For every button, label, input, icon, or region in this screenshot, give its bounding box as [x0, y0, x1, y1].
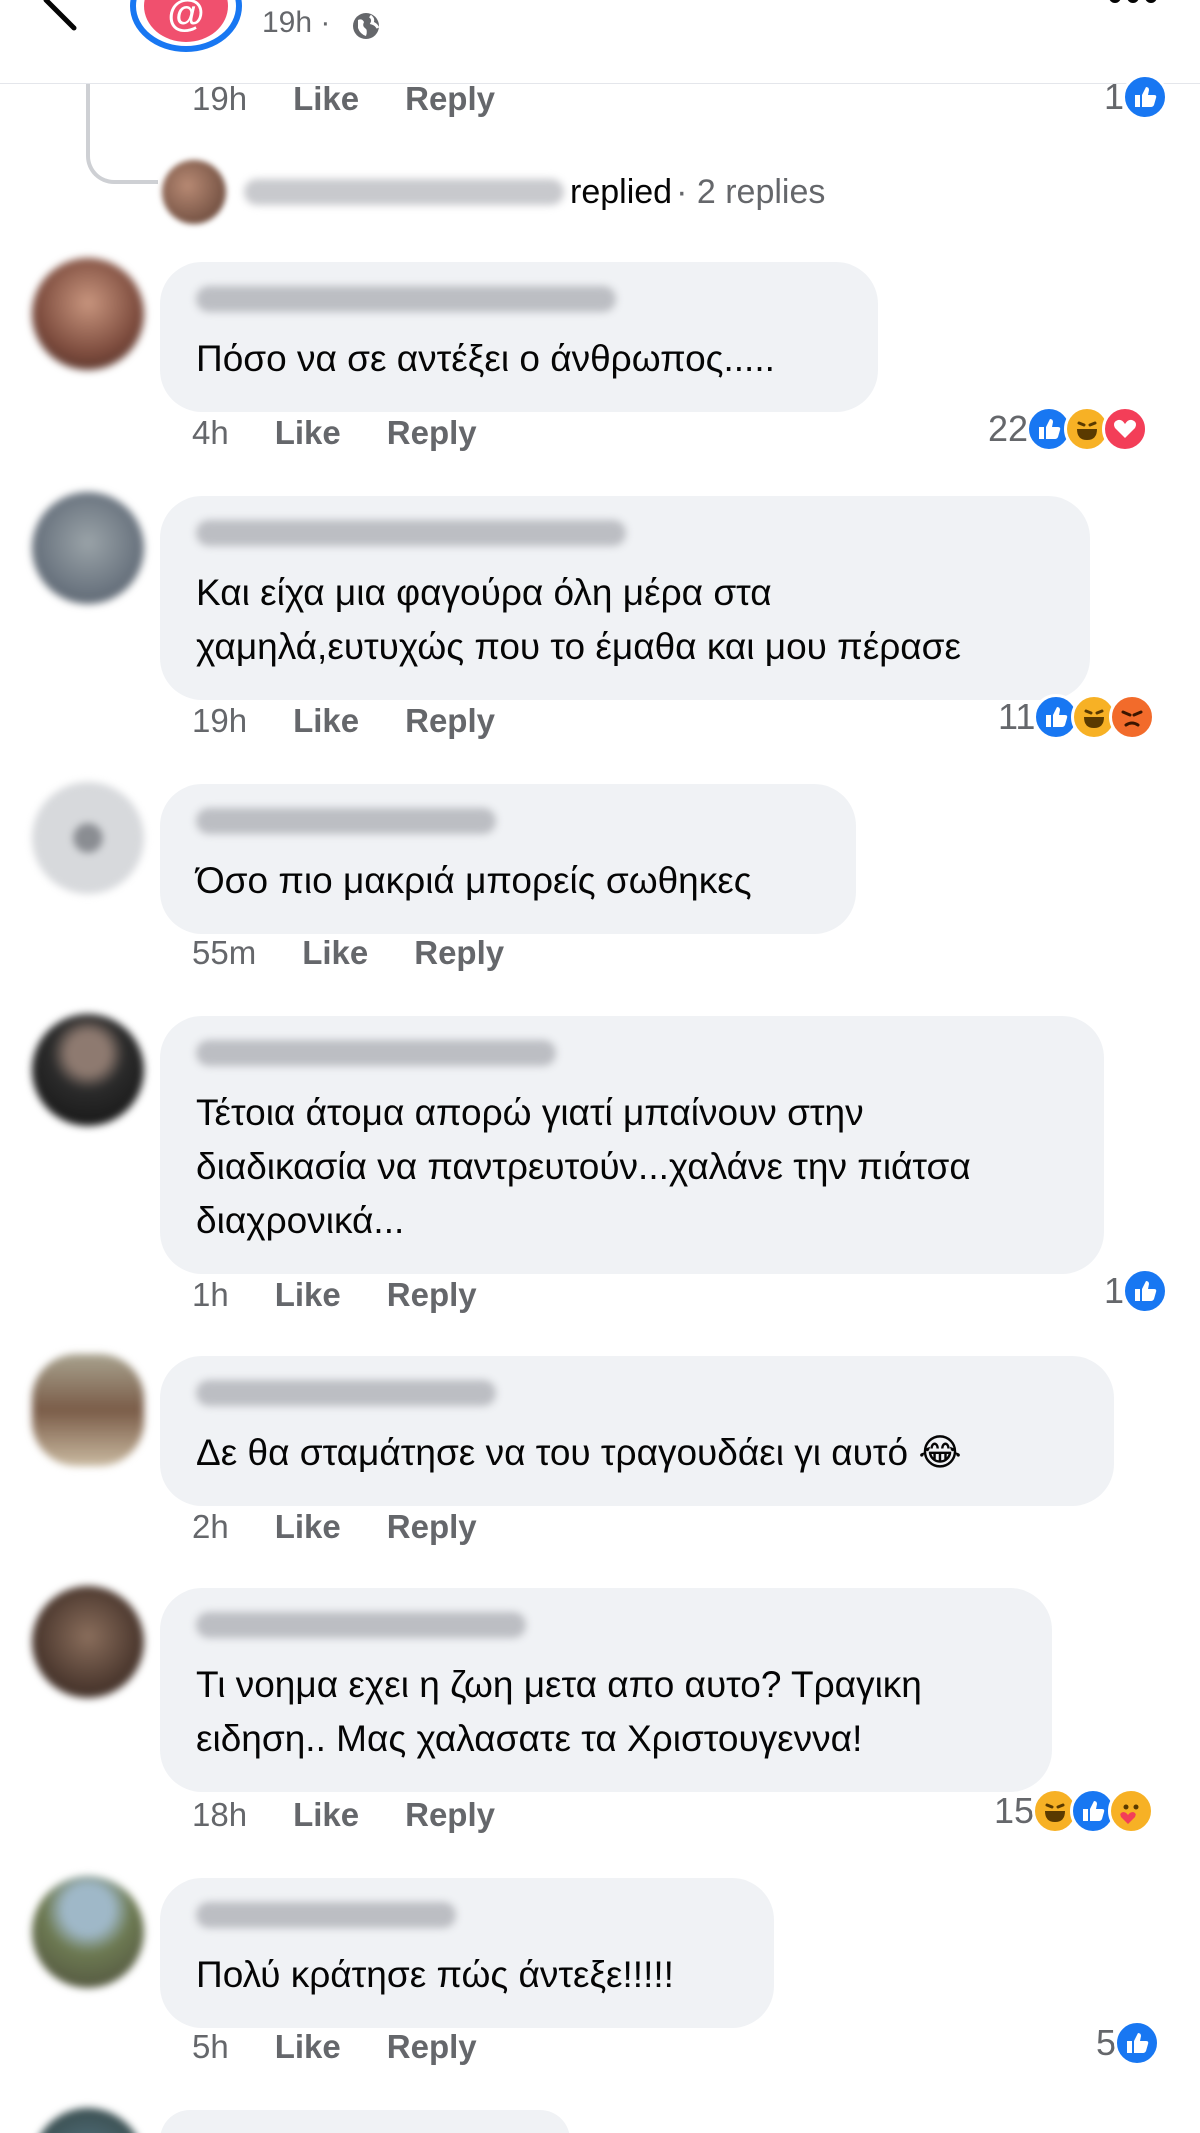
commenter-name-blurred[interactable] — [196, 1612, 526, 1638]
commenter-name-blurred[interactable] — [196, 1902, 456, 1928]
avatar[interactable] — [32, 258, 144, 370]
comment-text: Δε θα σταμάτησε να του τραγουδάει γι αυτ… — [196, 1432, 962, 1473]
comment-time[interactable]: 19h — [192, 702, 247, 740]
globe-icon — [353, 13, 380, 39]
avatar[interactable] — [32, 782, 144, 894]
comment-bubble: Πολύ κράτησε πώς άντεξε!!!!! — [160, 1878, 774, 2028]
commenter-name-blurred[interactable] — [196, 286, 616, 312]
reaction-summary[interactable]: 1 — [1104, 1268, 1169, 1314]
comment-text: Τι νοημα εχει η ζωη μετα απο αυτο? Τραγι… — [196, 1664, 922, 1759]
replied-label: replied — [570, 172, 673, 211]
like-button[interactable]: Like — [275, 1276, 341, 1314]
comment-actions: 55m Like Reply — [192, 934, 504, 972]
like-button[interactable]: Like — [275, 2028, 341, 2066]
comment-actions: 2h Like Reply — [192, 1508, 477, 1546]
more-options-icon[interactable] — [1108, 0, 1158, 6]
reply-button[interactable]: Reply — [387, 2028, 477, 2066]
comment-text: Πολύ κράτησε πώς άντεξε!!!!! — [196, 1954, 674, 1995]
comment-text: Τέτοια άτομα απορώ γιατί μπαίνουν στην δ… — [196, 1092, 971, 1241]
like-reaction-icon — [1114, 2020, 1161, 2066]
post-timestamp[interactable]: 19h · — [262, 6, 330, 40]
like-button[interactable]: Like — [275, 1508, 341, 1546]
replies-count: · 2 replies — [676, 172, 826, 211]
comment-bubble: Όσο πιο μακριά μπορείς σωθηκες — [160, 784, 856, 934]
comment-actions: 4h Like Reply — [192, 414, 477, 452]
comment-bubble: Τέτοια άτομα απορώ γιατί μπαίνουν στην δ… — [160, 1016, 1104, 1274]
like-reaction-icon — [1122, 74, 1169, 120]
reaction-count: 15 — [994, 1790, 1035, 1831]
reaction-count: 22 — [988, 408, 1029, 449]
reaction-count: 1 — [1104, 1270, 1125, 1311]
comment-bubble: Δε θα σταμάτησε να του τραγουδάει γι αυτ… — [160, 1356, 1114, 1506]
view-replies-link[interactable]: replied · 2 replies — [162, 160, 825, 224]
avatar[interactable] — [32, 1586, 144, 1698]
reaction-summary[interactable]: 1 — [1104, 74, 1169, 120]
comment-actions: 5h Like Reply — [192, 2028, 477, 2066]
comment-time[interactable]: 4h — [192, 414, 229, 452]
page-logo-glyph: @ — [144, 0, 228, 42]
comment-actions: 18h Like Reply — [192, 1796, 495, 1834]
comment-time[interactable]: 5h — [192, 2028, 229, 2066]
comment-time[interactable]: 55m — [192, 934, 256, 972]
reply-button[interactable]: Reply — [387, 414, 477, 452]
replier-avatar — [162, 160, 226, 224]
reply-button[interactable]: Reply — [387, 1276, 477, 1314]
like-button[interactable]: Like — [293, 1796, 359, 1834]
comment-time[interactable]: 19h — [192, 80, 247, 118]
like-button[interactable]: Like — [302, 934, 368, 972]
reply-button[interactable]: Reply — [414, 934, 504, 972]
comment-text: Όσο πιο μακριά μπορείς σωθηκες — [196, 860, 752, 901]
reaction-count: 1 — [1104, 76, 1125, 117]
back-arrow-icon[interactable] — [40, 0, 88, 34]
like-reaction-icon — [1122, 1268, 1169, 1314]
comment-bubble: Πόσο να σε αντέξει ο άνθρωπος..... — [160, 262, 878, 412]
avatar[interactable] — [32, 492, 144, 604]
reaction-count: 11 — [998, 696, 1036, 737]
avatar[interactable] — [32, 2108, 144, 2133]
comment-text: Και είχα μια φαγούρα όλη μέρα στα χαμηλά… — [196, 572, 961, 667]
page-avatar[interactable]: @ — [130, 0, 242, 52]
avatar[interactable] — [32, 1014, 144, 1126]
like-button[interactable]: Like — [293, 702, 359, 740]
comment-time[interactable]: 2h — [192, 1508, 229, 1546]
reply-thread-connector — [86, 84, 158, 184]
comment-actions: 19h Like Reply — [192, 702, 495, 740]
comment-bubble-partial — [160, 2110, 570, 2133]
comment-actions: 1h Like Reply — [192, 1276, 477, 1314]
reaction-summary[interactable]: 22 — [988, 406, 1149, 452]
reaction-summary[interactable]: 11 — [998, 694, 1156, 740]
love-reaction-icon — [1102, 406, 1149, 452]
reply-button[interactable]: Reply — [387, 1508, 477, 1546]
like-button[interactable]: Like — [275, 414, 341, 452]
comment-time[interactable]: 1h — [192, 1276, 229, 1314]
comment-bubble: Τι νοημα εχει η ζωη μετα απο αυτο? Τραγι… — [160, 1588, 1052, 1792]
comment-bubble: Και είχα μια φαγούρα όλη μέρα στα χαμηλά… — [160, 496, 1090, 700]
commenter-name-blurred[interactable] — [196, 808, 496, 834]
reaction-summary[interactable]: 15 — [994, 1788, 1155, 1834]
replier-name-blurred — [244, 179, 564, 205]
comment-actions: 19h Like Reply — [192, 80, 495, 118]
avatar[interactable] — [32, 1876, 144, 1988]
reply-button[interactable]: Reply — [405, 702, 495, 740]
reply-button[interactable]: Reply — [405, 1796, 495, 1834]
avatar[interactable] — [32, 1354, 144, 1466]
reply-button[interactable]: Reply — [405, 80, 495, 118]
commenter-name-blurred[interactable] — [196, 1380, 496, 1406]
like-button[interactable]: Like — [293, 80, 359, 118]
comment-text: Πόσο να σε αντέξει ο άνθρωπος..... — [196, 338, 775, 379]
comment-time[interactable]: 18h — [192, 1796, 247, 1834]
commenter-name-blurred[interactable] — [196, 520, 626, 546]
care-reaction-icon — [1108, 1788, 1155, 1834]
angry-reaction-icon — [1109, 694, 1156, 740]
commenter-name-blurred[interactable] — [196, 1040, 556, 1066]
reaction-count: 5 — [1096, 2022, 1117, 2063]
reaction-summary[interactable]: 5 — [1096, 2020, 1161, 2066]
post-header: @ 19h · — [0, 0, 1200, 84]
